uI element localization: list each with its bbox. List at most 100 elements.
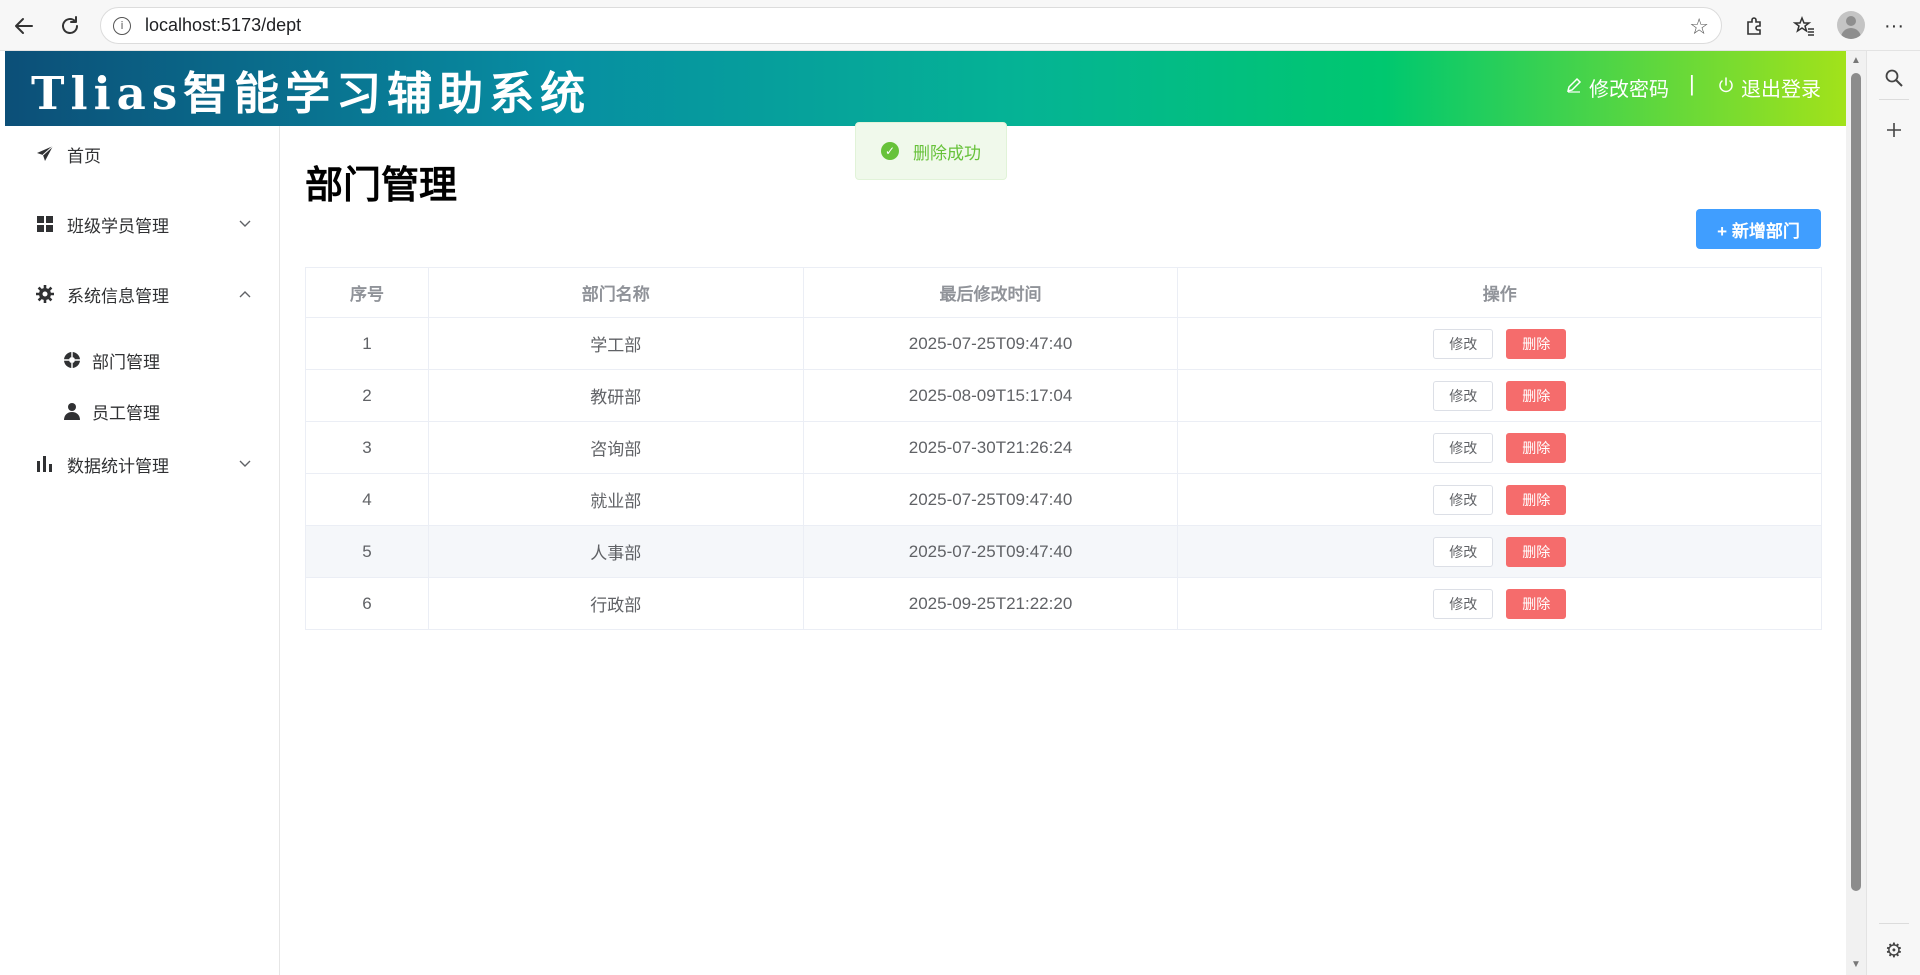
add-icon[interactable] [1881, 117, 1907, 143]
header-separator: | [1689, 71, 1695, 96]
logout-label: 退出登录 [1741, 79, 1821, 101]
sidebar-item-label: 员工管理 [92, 403, 160, 423]
cell-index: 4 [305, 473, 429, 526]
column-header-name: 部门名称 [427, 267, 804, 318]
table-row: 3 咨询部 2025-07-30T21:26:24 修改 删除 [305, 421, 1822, 474]
edit-button[interactable]: 修改 [1433, 432, 1494, 463]
chevron-down-icon [239, 457, 251, 472]
toast-message: 删除成功 [913, 143, 981, 163]
cell-index: 6 [305, 577, 429, 630]
scroll-thumb[interactable] [1851, 73, 1861, 891]
page-scrollbar[interactable]: ▲ ▼ [1846, 51, 1866, 975]
delete-button[interactable]: 删除 [1506, 380, 1567, 411]
cell-actions: 修改 删除 [1177, 577, 1822, 630]
sidebar-item-label: 部门管理 [92, 352, 160, 372]
cell-name: 学工部 [427, 317, 804, 370]
cell-name: 行政部 [427, 577, 804, 630]
cell-actions: 修改 删除 [1177, 317, 1822, 370]
cell-index: 2 [305, 369, 429, 422]
cell-name: 教研部 [427, 369, 804, 422]
browser-side-panel: ⚙ [1866, 51, 1920, 975]
success-toast: ✓ 删除成功 [855, 122, 1007, 180]
cell-actions: 修改 删除 [1177, 525, 1822, 578]
cell-index: 3 [305, 421, 429, 474]
sidebar-item-home[interactable]: 首页 [5, 130, 279, 178]
favorites-icon[interactable] [1790, 12, 1818, 40]
scroll-down-icon[interactable]: ▼ [1851, 959, 1861, 970]
aperture-icon [62, 350, 82, 370]
dept-table: 序号 部门名称 最后修改时间 操作 1 学工部 2025-07-25T09:47… [305, 267, 1822, 630]
scroll-up-icon[interactable]: ▲ [1851, 55, 1861, 66]
table-row: 5 人事部 2025-07-25T09:47:40 修改 删除 [305, 525, 1822, 578]
table-row: 6 行政部 2025-09-25T21:22:20 修改 删除 [305, 577, 1822, 630]
delete-button[interactable]: 删除 [1506, 588, 1567, 619]
cell-actions: 修改 删除 [1177, 421, 1822, 474]
sidebar-item-label: 系统信息管理 [67, 286, 169, 306]
cell-index: 1 [305, 317, 429, 370]
logout-link[interactable]: 退出登录 [1717, 73, 1821, 102]
url-text[interactable]: localhost:5173/dept [145, 15, 301, 36]
delete-button[interactable]: 删除 [1506, 432, 1567, 463]
sidebar-item-system-info[interactable]: 系统信息管理 [5, 270, 279, 318]
change-password-link[interactable]: 修改密码 [1565, 73, 1669, 102]
chevron-up-icon [239, 287, 251, 302]
cell-updated: 2025-07-25T09:47:40 [802, 473, 1179, 526]
cell-updated: 2025-07-25T09:47:40 [802, 317, 1179, 370]
search-icon[interactable] [1881, 65, 1907, 91]
add-dept-button[interactable]: + 新增部门 [1696, 209, 1821, 249]
app-title: Tlias智能学习辅助系统 [31, 67, 592, 120]
reload-icon[interactable] [54, 10, 86, 42]
favorite-star-icon[interactable]: ☆ [1689, 14, 1709, 40]
more-options-icon[interactable]: ··· [1880, 12, 1908, 40]
delete-button[interactable]: 删除 [1506, 328, 1567, 359]
extensions-icon[interactable] [1740, 12, 1768, 40]
cell-actions: 修改 删除 [1177, 473, 1822, 526]
sidebar: 首页 班级学员管理 系统信息管理 部门管理 员工管理 数据统计管理 [5, 126, 280, 975]
address-bar[interactable]: i localhost:5173/dept ☆ [100, 7, 1722, 44]
chevron-down-icon [239, 217, 251, 232]
cell-updated: 2025-08-09T15:17:04 [802, 369, 1179, 422]
power-icon [1717, 76, 1735, 100]
sidebar-item-label: 数据统计管理 [67, 456, 169, 476]
cell-index: 5 [305, 525, 429, 578]
edit-button[interactable]: 修改 [1433, 380, 1494, 411]
delete-button[interactable]: 删除 [1506, 536, 1567, 567]
change-password-label: 修改密码 [1589, 79, 1669, 101]
cell-name: 人事部 [427, 525, 804, 578]
cell-updated: 2025-09-25T21:22:20 [802, 577, 1179, 630]
app-header: Tlias智能学习辅助系统 修改密码 | 退出登录 [5, 51, 1846, 126]
page-title: 部门管理 [305, 165, 458, 207]
settings-gear-icon[interactable]: ⚙ [1881, 937, 1907, 963]
edit-button[interactable]: 修改 [1433, 484, 1494, 515]
site-info-icon[interactable]: i [113, 16, 131, 35]
sidebar-item-class-students[interactable]: 班级学员管理 [5, 200, 279, 248]
cell-updated: 2025-07-25T09:47:40 [802, 525, 1179, 578]
sidebar-item-dept-management[interactable]: 部门管理 [5, 336, 279, 384]
gear-icon [35, 284, 55, 304]
column-header-index: 序号 [305, 267, 429, 318]
bar-chart-icon [35, 454, 55, 474]
edit-pen-icon [1565, 76, 1583, 100]
delete-button[interactable]: 删除 [1506, 484, 1567, 515]
table-header-row: 序号 部门名称 最后修改时间 操作 [305, 267, 1822, 318]
table-row: 4 就业部 2025-07-25T09:47:40 修改 删除 [305, 473, 1822, 526]
table-row: 2 教研部 2025-08-09T15:17:04 修改 删除 [305, 369, 1822, 422]
back-icon[interactable] [8, 10, 40, 42]
table-row: 1 学工部 2025-07-25T09:47:40 修改 删除 [305, 317, 1822, 370]
sidebar-item-label: 班级学员管理 [67, 216, 169, 236]
grid-icon [35, 214, 55, 234]
profile-avatar[interactable] [1837, 11, 1865, 39]
edit-button[interactable]: 修改 [1433, 588, 1494, 619]
browser-toolbar: i localhost:5173/dept ☆ ··· [0, 0, 1920, 51]
cell-updated: 2025-07-30T21:26:24 [802, 421, 1179, 474]
user-icon [62, 401, 82, 421]
side-divider [1879, 923, 1909, 924]
edit-button[interactable]: 修改 [1433, 328, 1494, 359]
edit-button[interactable]: 修改 [1433, 536, 1494, 567]
sidebar-item-employee-management[interactable]: 员工管理 [5, 387, 279, 435]
column-header-updated: 最后修改时间 [802, 267, 1179, 318]
column-header-actions: 操作 [1177, 267, 1822, 318]
sidebar-item-data-statistics[interactable]: 数据统计管理 [5, 440, 279, 488]
check-circle-icon: ✓ [881, 142, 899, 160]
cell-name: 就业部 [427, 473, 804, 526]
